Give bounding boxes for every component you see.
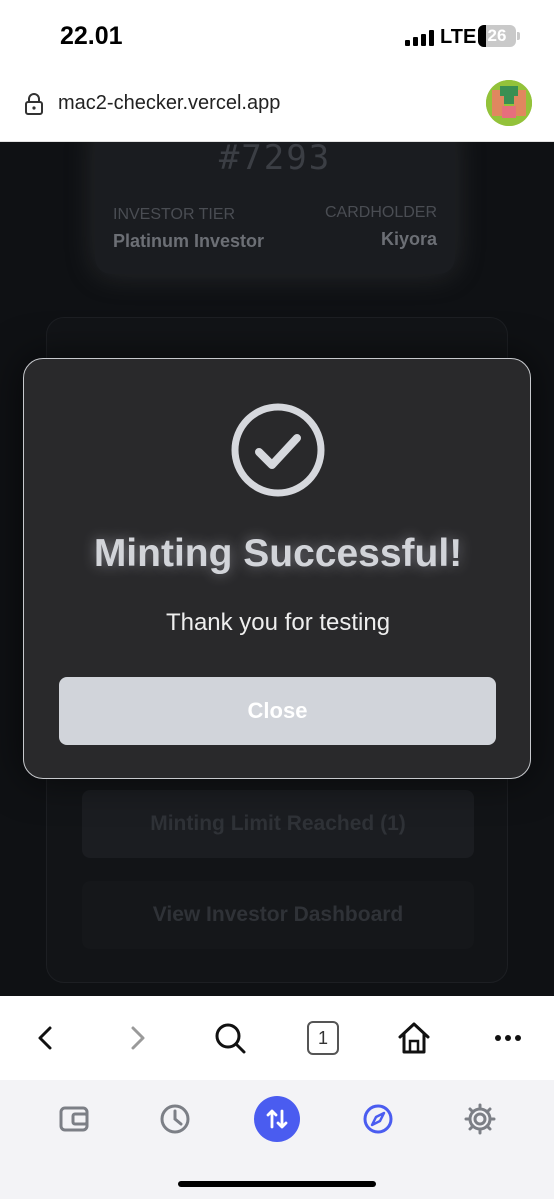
card-number: #7293: [218, 142, 332, 178]
browser-toolbar: [0, 996, 554, 1080]
more-icon[interactable]: [486, 1016, 530, 1060]
swap-icon[interactable]: [254, 1096, 300, 1142]
status-time: 22.01: [60, 22, 123, 50]
battery-icon: 26: [478, 25, 516, 47]
check-circle-icon: [231, 403, 325, 497]
network-type: LTE: [440, 26, 477, 48]
home-indicator: [178, 1181, 376, 1187]
forward-icon[interactable]: [115, 1016, 159, 1060]
tier-label: INVESTOR TIER: [113, 206, 236, 223]
minting-limit-label: Minting Limit Reached (1): [150, 812, 406, 835]
signal-icon: [405, 30, 435, 46]
view-dashboard-button[interactable]: View Investor Dashboard: [82, 881, 474, 949]
back-icon[interactable]: [24, 1016, 68, 1060]
battery-level: 26: [487, 26, 507, 45]
compass-icon[interactable]: [355, 1096, 401, 1142]
cardholder-label: CARDHOLDER: [324, 204, 437, 221]
settings-icon[interactable]: [457, 1096, 503, 1142]
minting-limit-button: Minting Limit Reached (1): [82, 790, 474, 858]
success-modal: Minting Successful! Thank you for testin…: [23, 358, 531, 779]
url-text[interactable]: mac2-checker.vercel.app: [58, 92, 280, 115]
avatar[interactable]: [486, 80, 532, 126]
view-dashboard-label: View Investor Dashboard: [152, 903, 404, 926]
modal-title: Minting Successful!: [93, 532, 463, 575]
home-icon[interactable]: [392, 1016, 436, 1060]
close-button[interactable]: Close: [59, 677, 496, 745]
history-icon[interactable]: [152, 1096, 198, 1142]
cardholder-value: Kiyora: [380, 229, 437, 249]
tabs-button[interactable]: 1: [307, 1021, 339, 1055]
tier-value: Platinum Investor: [113, 231, 265, 251]
url-bar[interactable]: mac2-checker.vercel.app: [0, 72, 554, 142]
investor-card: #7293 INVESTOR TIER Platinum Investor CA…: [95, 142, 455, 274]
modal-subtitle: Thank you for testing: [165, 609, 391, 636]
status-bar: 22.01 LTE 26: [0, 0, 554, 72]
bottom-nav: [0, 1080, 554, 1199]
wallet-icon[interactable]: [51, 1096, 97, 1142]
search-icon[interactable]: [208, 1016, 252, 1060]
lock-icon: [25, 93, 43, 115]
